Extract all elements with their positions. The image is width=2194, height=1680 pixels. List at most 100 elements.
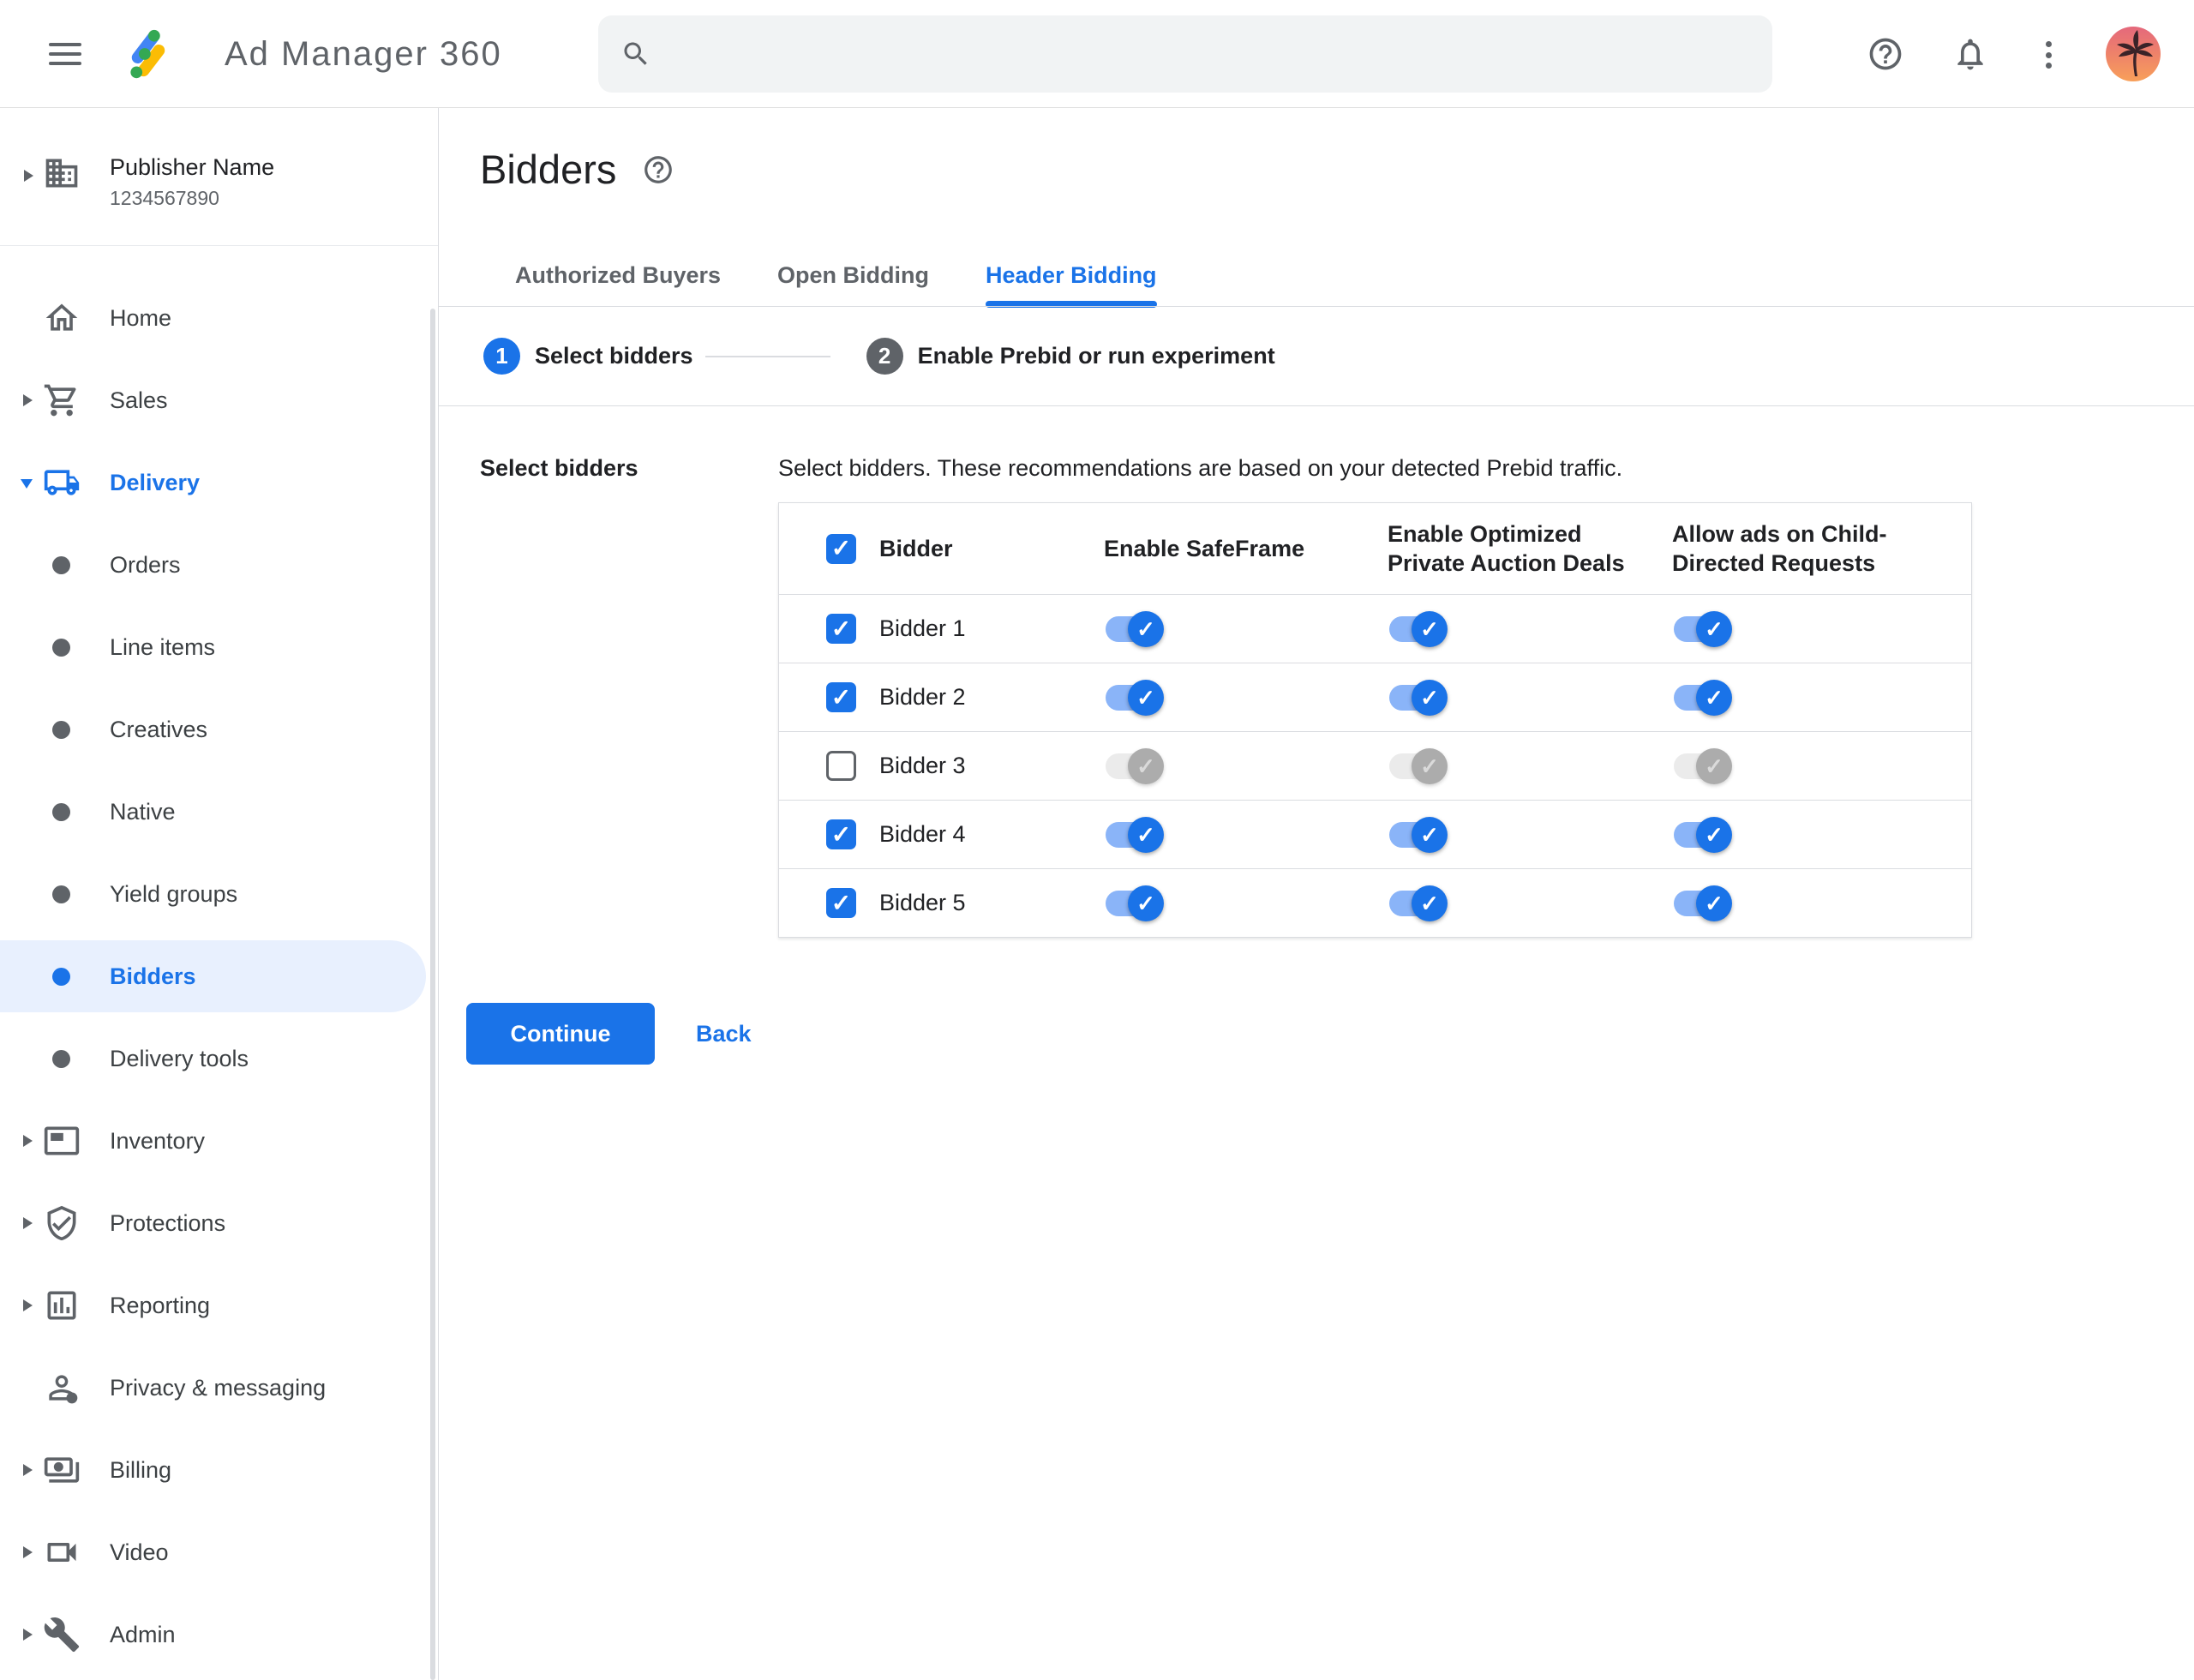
check-icon: ✓ <box>1420 684 1439 711</box>
select-all-checkbox[interactable]: ✓ <box>826 533 856 564</box>
child-directed-toggle[interactable]: ✓ <box>1674 610 1732 647</box>
sidebar: Publisher Name 1234567890 Home Sales Del… <box>0 108 439 1680</box>
check-icon: ✓ <box>1136 753 1155 779</box>
step-enable-prebid[interactable]: 2 Enable Prebid or run experiment <box>866 338 1275 375</box>
continue-button[interactable]: Continue <box>466 1003 655 1065</box>
top-bar: Ad Manager 360 <box>0 0 2194 108</box>
step-number: 2 <box>866 338 903 375</box>
optimized-deals-toggle[interactable]: ✓ <box>1389 610 1448 647</box>
sidebar-item-video[interactable]: Video <box>0 1511 438 1593</box>
tab-header-bidding[interactable]: Header Bidding <box>986 245 1157 308</box>
person-shield-icon <box>49 1375 78 1404</box>
step-connector <box>704 355 830 357</box>
home-icon <box>45 303 78 331</box>
section-description: Select bidders. These recommendations ar… <box>778 455 1623 481</box>
step-number: 1 <box>483 338 520 375</box>
shield-check-icon <box>47 1205 76 1241</box>
tab-authorized-buyers[interactable]: Authorized Buyers <box>515 245 721 306</box>
column-header-optimized-deals: Enable Optimized Private Auction Deals <box>1388 521 1625 576</box>
sidebar-item-reporting[interactable]: Reporting <box>0 1264 438 1347</box>
search-input[interactable] <box>670 40 1750 68</box>
safeframe-toggle[interactable]: ✓ <box>1106 610 1164 647</box>
sidebar-item-inventory[interactable]: Inventory <box>0 1100 438 1182</box>
chevron-right-icon <box>24 170 33 182</box>
bell-icon[interactable] <box>1951 35 1989 73</box>
publisher-id: 1234567890 <box>110 187 219 209</box>
search-bar[interactable] <box>598 15 1772 93</box>
truck-icon <box>44 470 80 495</box>
bidder-name: Bidder 2 <box>879 684 966 710</box>
sidebar-item-protections[interactable]: Protections <box>0 1182 438 1264</box>
sidebar-item-sales[interactable]: Sales <box>0 359 438 441</box>
search-icon <box>624 42 647 65</box>
sidebar-item-creatives[interactable]: Creatives <box>0 688 438 771</box>
row-checkbox[interactable]: ✓ <box>826 682 856 712</box>
safeframe-toggle[interactable]: ✓ <box>1106 885 1164 921</box>
check-icon: ✓ <box>1136 615 1155 642</box>
help-icon[interactable] <box>642 153 674 186</box>
row-checkbox[interactable]: ✓ <box>826 751 856 781</box>
check-icon: ✓ <box>830 615 852 642</box>
bullet-icon <box>52 556 70 574</box>
sidebar-scrollbar[interactable] <box>430 309 435 1680</box>
optimized-deals-toggle[interactable]: ✓ <box>1389 747 1448 784</box>
wrench-icon <box>44 1617 80 1653</box>
bidders-table: ✓ Bidder Enable SafeFrame Enable Optimiz… <box>778 502 1972 938</box>
check-icon: ✓ <box>1705 753 1723 779</box>
row-checkbox[interactable]: ✓ <box>826 888 856 918</box>
payments-icon <box>44 1457 80 1483</box>
more-vert-icon[interactable] <box>2042 41 2054 69</box>
sidebar-item-orders[interactable]: Orders <box>0 524 438 606</box>
bidder-name: Bidder 5 <box>879 890 966 915</box>
check-icon: ✓ <box>1420 821 1439 848</box>
chevron-right-icon <box>23 1464 33 1476</box>
main-content: Bidders Authorized Buyers Open Bidding H… <box>439 108 2194 1680</box>
step-select-bidders[interactable]: 1 Select bidders <box>483 338 693 375</box>
avatar[interactable] <box>2106 27 2161 81</box>
sidebar-item-delivery-tools[interactable]: Delivery tools <box>0 1017 438 1100</box>
menu-icon[interactable] <box>49 43 81 66</box>
tab-open-bidding[interactable]: Open Bidding <box>777 245 929 306</box>
sidebar-item-admin[interactable]: Admin <box>0 1593 438 1676</box>
publisher-name: Publisher Name <box>110 154 275 180</box>
bullet-icon <box>52 885 70 903</box>
back-button[interactable]: Back <box>696 1021 752 1047</box>
building-icon <box>45 159 78 188</box>
sidebar-item-delivery[interactable]: Delivery <box>0 441 438 524</box>
child-directed-toggle[interactable]: ✓ <box>1674 679 1732 716</box>
ad-manager-app: Ad Manager 360 Publisher Name 1234567890… <box>0 0 2194 1680</box>
sidebar-item-home[interactable]: Home <box>0 277 438 359</box>
sidebar-item-bidders[interactable]: Bidders <box>0 935 438 1017</box>
chevron-right-icon <box>23 1546 33 1558</box>
optimized-deals-toggle[interactable]: ✓ <box>1389 816 1448 853</box>
sidebar-item-native[interactable]: Native <box>0 771 438 853</box>
bullet-icon <box>52 1050 70 1068</box>
column-header-bidder: Bidder <box>879 536 953 561</box>
row-checkbox[interactable]: ✓ <box>826 819 856 849</box>
sidebar-item-line-items[interactable]: Line items <box>0 606 438 688</box>
table-row: ✓ Bidder 3 ✓ ✓ ✓ <box>779 731 1971 800</box>
safeframe-toggle[interactable]: ✓ <box>1106 679 1164 716</box>
sidebar-item-billing[interactable]: Billing <box>0 1429 438 1511</box>
check-icon: ✓ <box>830 820 852 848</box>
stepper: 1 Select bidders 2 Enable Prebid or run … <box>439 307 1275 405</box>
sidebar-nav: Home Sales Delivery Orders Line items Cr… <box>0 246 438 1676</box>
optimized-deals-toggle[interactable]: ✓ <box>1389 885 1448 921</box>
safeframe-toggle[interactable]: ✓ <box>1106 816 1164 853</box>
optimized-deals-toggle[interactable]: ✓ <box>1389 679 1448 716</box>
sidebar-item-yield-groups[interactable]: Yield groups <box>0 853 438 935</box>
check-icon: ✓ <box>1705 684 1723 711</box>
child-directed-toggle[interactable]: ✓ <box>1674 885 1732 921</box>
bidder-name: Bidder 3 <box>879 753 966 778</box>
videocam-icon <box>47 1543 76 1562</box>
check-icon: ✓ <box>1420 615 1439 642</box>
child-directed-toggle[interactable]: ✓ <box>1674 816 1732 853</box>
sidebar-item-privacy-messaging[interactable]: Privacy & messaging <box>0 1347 438 1429</box>
column-header-safeframe: Enable SafeFrame <box>1104 536 1305 561</box>
publisher-selector[interactable]: Publisher Name 1234567890 <box>0 108 438 246</box>
chevron-right-icon <box>23 1217 33 1229</box>
row-checkbox[interactable]: ✓ <box>826 614 856 644</box>
help-icon[interactable] <box>1867 35 1904 73</box>
child-directed-toggle[interactable]: ✓ <box>1674 747 1732 784</box>
safeframe-toggle[interactable]: ✓ <box>1106 747 1164 784</box>
